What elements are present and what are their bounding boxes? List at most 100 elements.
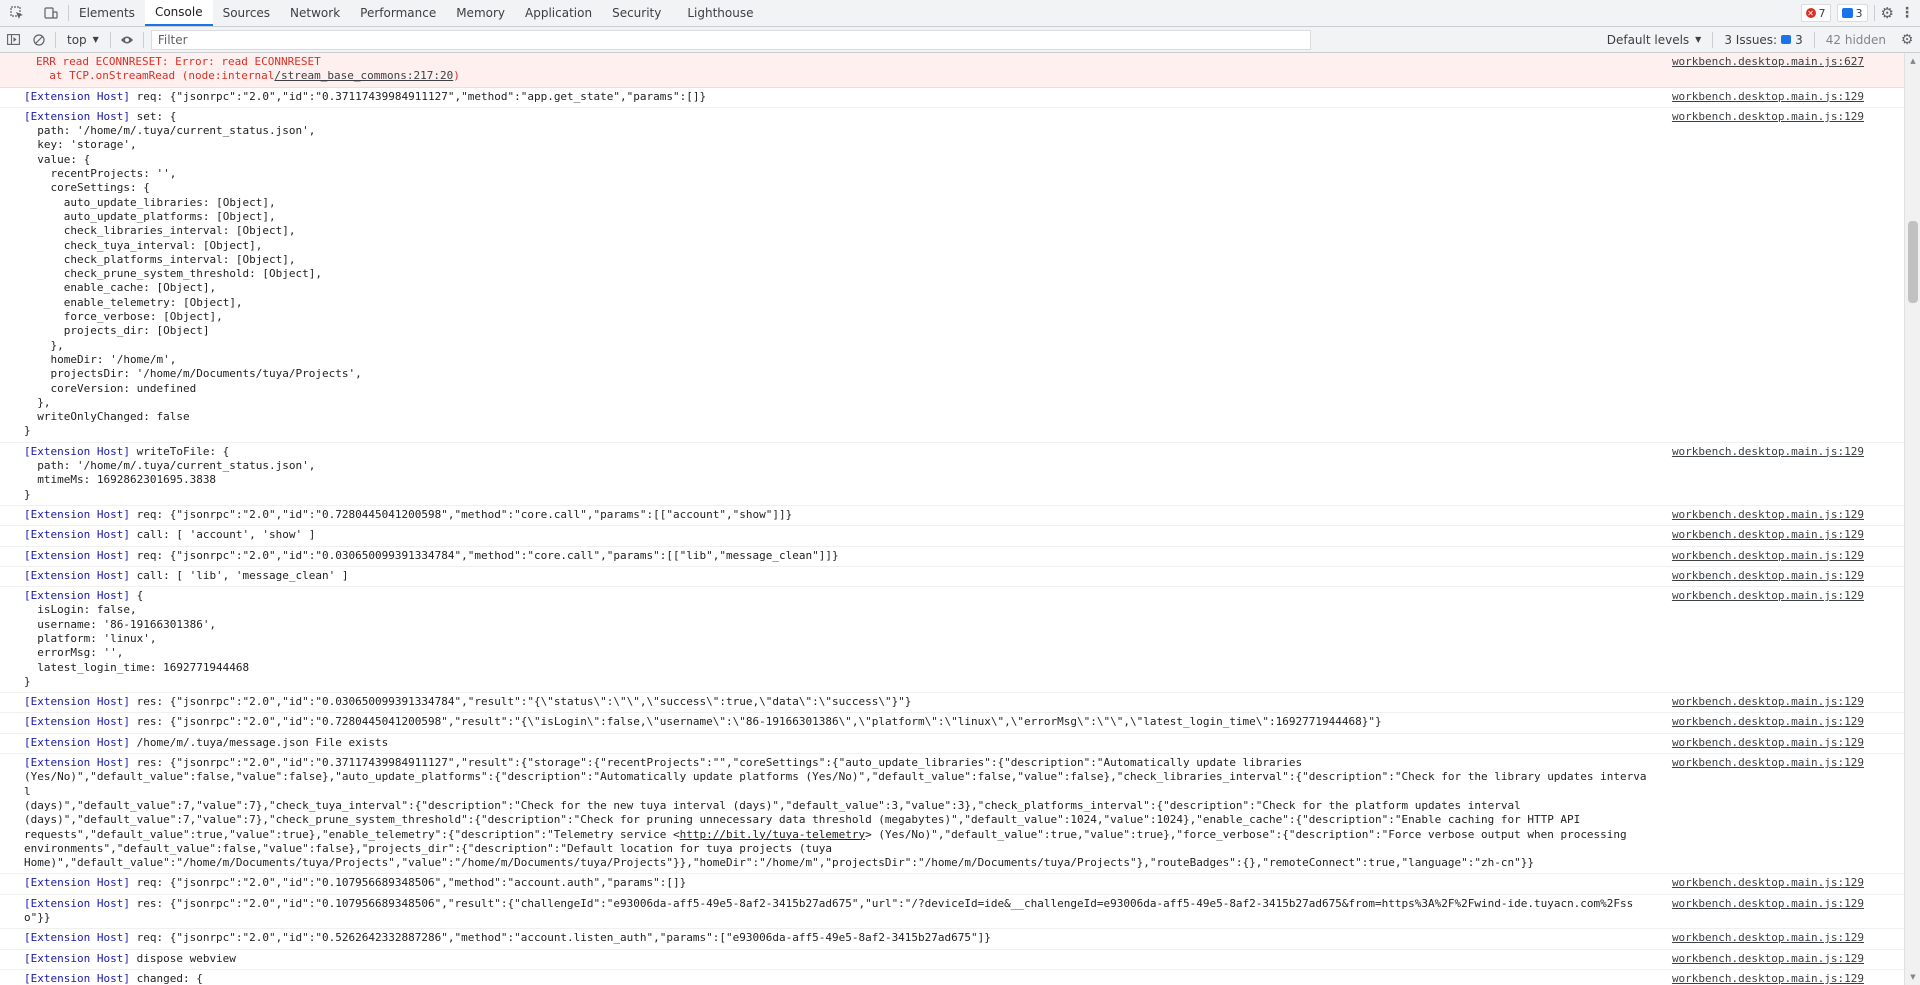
console-log-message: [Extension Host] dispose webview workbenc…: [0, 950, 1904, 970]
tab-application[interactable]: Application: [515, 0, 602, 26]
issue-info-icon: [1781, 35, 1792, 44]
info-badge[interactable]: 3: [1836, 4, 1868, 22]
message-text: [Extension Host] changed: { path: '/home…: [24, 971, 203, 985]
message-tag: [Extension Host]: [24, 715, 130, 729]
message-tag: [Extension Host]: [24, 735, 130, 749]
source-link[interactable]: workbench.desktop.main.js:129: [1672, 972, 1864, 985]
source-link[interactable]: workbench.desktop.main.js:129: [1672, 897, 1864, 911]
source-link[interactable]: workbench.desktop.main.js:627: [1672, 55, 1864, 69]
console-log-message: [Extension Host] call: [ 'account', 'sho…: [0, 526, 1904, 547]
message-text: [Extension Host] req: {"jsonrpc":"2.0","…: [24, 548, 839, 562]
message-text: [Extension Host] res: {"jsonrpc":"2.0","…: [24, 896, 1634, 925]
message-text: [Extension Host] set: { path: '/home/m/.…: [24, 109, 362, 438]
source-link[interactable]: workbench.desktop.main.js:129: [1672, 445, 1864, 459]
message-tag: [Extension Host]: [24, 507, 130, 521]
source-link[interactable]: workbench.desktop.main.js:129: [1672, 736, 1864, 750]
console-scrollbar[interactable]: ▲ ▼: [1904, 53, 1920, 985]
message-tag: [Extension Host]: [24, 444, 130, 458]
tabbar-right-divider: [1873, 5, 1875, 21]
toolbar-divider: [55, 31, 56, 48]
console-toolbar: top ▼ Default levels ▼ 3 Issues: 3 42 hi…: [0, 27, 1920, 53]
message-tag: [Extension Host]: [24, 756, 130, 770]
error-icon: ✕: [1805, 8, 1816, 18]
devtools-tabbar: Elements Console Sources Network Performance…: [0, 0, 1920, 27]
console-log-message: [Extension Host] writeToFile: { path: '/…: [0, 443, 1904, 506]
source-link[interactable]: workbench.desktop.main.js:129: [1672, 549, 1864, 563]
console-log-message: [Extension Host] req: {"jsonrpc":"2.0","…: [0, 929, 1904, 950]
tab-performance[interactable]: Performance: [350, 0, 446, 26]
issues-button[interactable]: 3 Issues: 3: [1716, 33, 1810, 47]
source-link[interactable]: workbench.desktop.main.js:129: [1672, 952, 1864, 966]
tab-lighthouse[interactable]: Lighthouse: [671, 0, 763, 26]
more-options-icon[interactable]: ⋮: [1900, 5, 1914, 21]
tab-memory[interactable]: Memory: [446, 0, 515, 26]
device-toolbar-icon[interactable]: [34, 0, 68, 26]
inline-link[interactable]: http://bit.ly/tuya-telemetry: [680, 828, 865, 841]
sidebar-toggle-icon[interactable]: [0, 27, 26, 53]
message-text: [Extension Host] req: {"jsonrpc":"2.0","…: [24, 89, 707, 103]
chevron-down-icon: ▼: [92, 35, 99, 44]
clear-console-icon[interactable]: [26, 27, 52, 53]
tab-security[interactable]: Security: [602, 0, 671, 26]
settings-gear-icon[interactable]: ⚙: [1881, 4, 1894, 22]
chevron-down-icon: ▼: [1695, 35, 1702, 44]
source-link[interactable]: workbench.desktop.main.js:129: [1672, 876, 1864, 890]
message-tag: [Extension Host]: [24, 876, 130, 890]
inline-link[interactable]: /stream_base_commons:217:20: [274, 69, 453, 82]
issues-label: 3 Issues:: [1724, 32, 1778, 47]
scrollbar-thumb[interactable]: [1908, 221, 1918, 303]
console-log-message: [Extension Host] changed: { path: '/home…: [0, 970, 1904, 985]
scroll-down-arrow-icon[interactable]: ▼: [1905, 969, 1920, 985]
source-link[interactable]: workbench.desktop.main.js:129: [1672, 715, 1864, 729]
log-levels-dropdown[interactable]: Default levels ▼: [1599, 33, 1710, 47]
console-log-message: [Extension Host] req: {"jsonrpc":"2.0","…: [0, 547, 1904, 567]
source-link[interactable]: workbench.desktop.main.js:129: [1672, 756, 1864, 770]
message-tag: [Extension Host]: [24, 896, 130, 910]
message-tag: [Extension Host]: [24, 528, 130, 542]
message-text: [Extension Host] res: {"jsonrpc":"2.0","…: [24, 715, 1382, 729]
toolbar-divider: [142, 31, 144, 48]
tab-network[interactable]: Network: [280, 0, 350, 26]
tab-console[interactable]: Console: [144, 0, 213, 26]
source-link[interactable]: workbench.desktop.main.js:129: [1672, 589, 1864, 603]
toolbar-divider: [109, 31, 111, 48]
errors-badge[interactable]: ✕ 7: [1800, 4, 1831, 22]
context-selector[interactable]: top ▼: [59, 27, 107, 53]
message-tag: [Extension Host]: [24, 931, 130, 945]
message-tag: [Extension Host]: [24, 548, 130, 562]
console-messages[interactable]: ERR read ECONNRESET: Error: read ECONNRE…: [0, 53, 1904, 985]
live-expression-eye-icon[interactable]: [114, 27, 140, 53]
source-link[interactable]: workbench.desktop.main.js:129: [1672, 508, 1864, 522]
toolbar-right: Default levels ▼ 3 Issues: 3 42 hidden ⚙: [1599, 27, 1920, 53]
source-link[interactable]: workbench.desktop.main.js:129: [1672, 569, 1864, 583]
source-link[interactable]: workbench.desktop.main.js:129: [1672, 90, 1864, 104]
message-text: [Extension Host] req: {"jsonrpc":"2.0","…: [24, 507, 793, 521]
context-value: top: [67, 32, 87, 47]
toolbar-divider: [1712, 31, 1714, 48]
filter-input[interactable]: [150, 29, 1311, 50]
toolbar-divider: [1813, 31, 1815, 48]
console-log-message: [Extension Host] req: {"jsonrpc":"2.0","…: [0, 874, 1904, 895]
message-text: [Extension Host] dispose webview: [24, 951, 236, 965]
message-text: ERR read ECONNRESET: Error: read ECONNRE…: [36, 55, 460, 83]
source-link[interactable]: workbench.desktop.main.js:129: [1672, 931, 1864, 945]
tab-sources[interactable]: Sources: [213, 0, 280, 26]
message-tag: [Extension Host]: [24, 568, 130, 582]
inspect-element-icon[interactable]: [0, 0, 34, 26]
console-settings-gear-icon[interactable]: ⚙: [1894, 27, 1920, 53]
tab-elements[interactable]: Elements: [69, 0, 145, 26]
panel-tabs: Elements Console Sources Network Performance…: [69, 0, 764, 26]
message-tag: [Extension Host]: [24, 951, 130, 965]
message-text: [Extension Host] res: {"jsonrpc":"2.0","…: [24, 695, 912, 709]
console-log-message: [Extension Host] req: {"jsonrpc":"2.0","…: [0, 88, 1904, 108]
message-text: [Extension Host] call: [ 'lib', 'message…: [24, 568, 349, 582]
scroll-up-arrow-icon[interactable]: ▲: [1905, 53, 1920, 69]
message-text: [Extension Host] writeToFile: { path: '/…: [24, 444, 316, 501]
errors-count: 7: [1818, 6, 1826, 20]
source-link[interactable]: workbench.desktop.main.js:129: [1672, 110, 1864, 124]
info-message-icon: [1841, 8, 1853, 18]
source-link[interactable]: workbench.desktop.main.js:129: [1672, 695, 1864, 709]
message-text: [Extension Host] { isLogin: false, usern…: [24, 589, 250, 688]
source-link[interactable]: workbench.desktop.main.js:129: [1672, 528, 1864, 542]
info-count: 3: [1855, 6, 1863, 20]
